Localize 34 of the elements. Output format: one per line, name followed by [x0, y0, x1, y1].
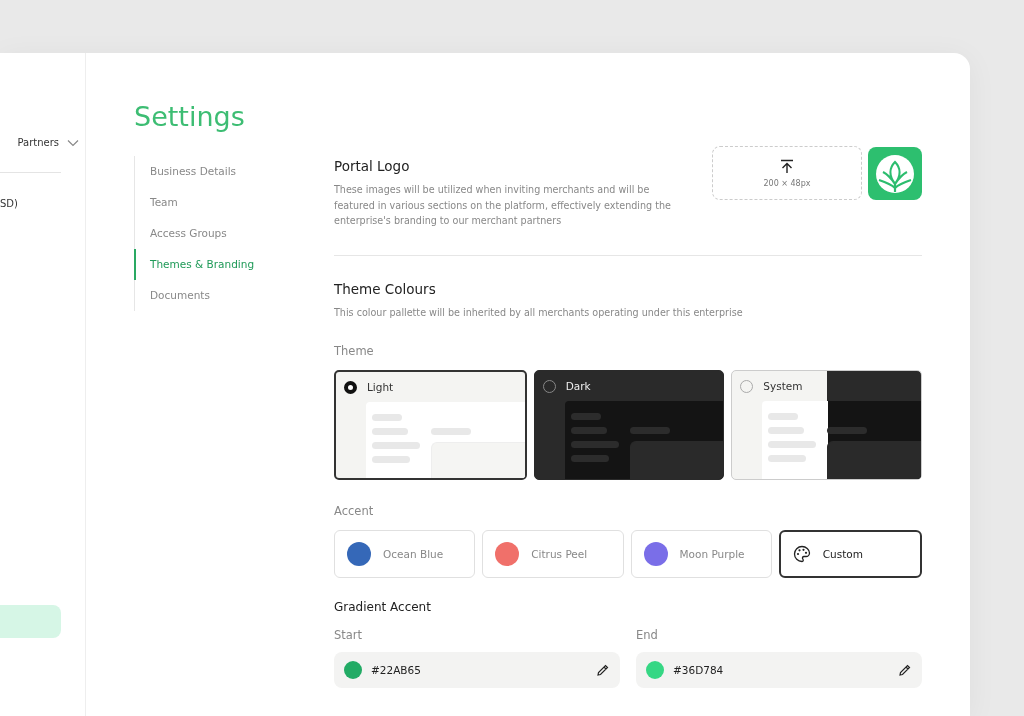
field-label: Start — [334, 628, 364, 642]
radio-button[interactable] — [344, 380, 357, 394]
section-heading: Theme Colours — [334, 279, 437, 298]
section-description: This colour pallette will be inherited by all merchants operating under this enterprise — [334, 305, 744, 320]
field-label: Theme — [334, 344, 375, 358]
pencil-icon[interactable] — [596, 663, 610, 677]
nav-item[interactable]: Access Groups — [134, 218, 334, 249]
leaf-logo-icon — [875, 153, 915, 194]
color-input-field[interactable]: #36D784 — [636, 652, 922, 688]
currency-label: SD) — [0, 198, 19, 209]
accent-option[interactable]: Moon Purple — [630, 530, 772, 578]
page-title: Settings — [134, 100, 246, 134]
upload-dropzone[interactable]: 200 × 48px — [712, 146, 862, 200]
nav-item[interactable]: Themes & Branding — [134, 249, 334, 280]
nav-item[interactable]: Business Details — [134, 156, 334, 187]
nav-item[interactable]: Documents — [134, 280, 334, 311]
chevron-icon — [67, 138, 79, 147]
palette-icon — [792, 545, 811, 563]
field-label: Accent — [334, 504, 375, 518]
accent-option[interactable]: Custom — [778, 530, 922, 578]
theme-option[interactable]: Dark — [533, 370, 725, 480]
theme-option[interactable]: Light — [334, 370, 527, 480]
accent-option[interactable]: Ocean Blue — [334, 530, 476, 578]
field-label: End — [636, 628, 659, 642]
pencil-icon[interactable] — [898, 663, 912, 677]
color-input-field[interactable]: #22AB65 — [334, 652, 620, 688]
section-description: These images will be utilized when inviting merchants and will be featured in various sections on the platform, effectively extending the enterprise's branding to our merchant partners — [334, 183, 672, 228]
section-heading: Portal Logo — [334, 157, 411, 175]
accent-option[interactable]: Citrus Peel — [482, 530, 624, 578]
upload-icon — [780, 158, 794, 174]
section-heading: Gradient Accent — [334, 600, 432, 614]
nav-item[interactable]: Team — [134, 187, 334, 218]
theme-option[interactable]: System — [731, 370, 922, 480]
account-dropdown[interactable]: Partners — [0, 137, 79, 148]
